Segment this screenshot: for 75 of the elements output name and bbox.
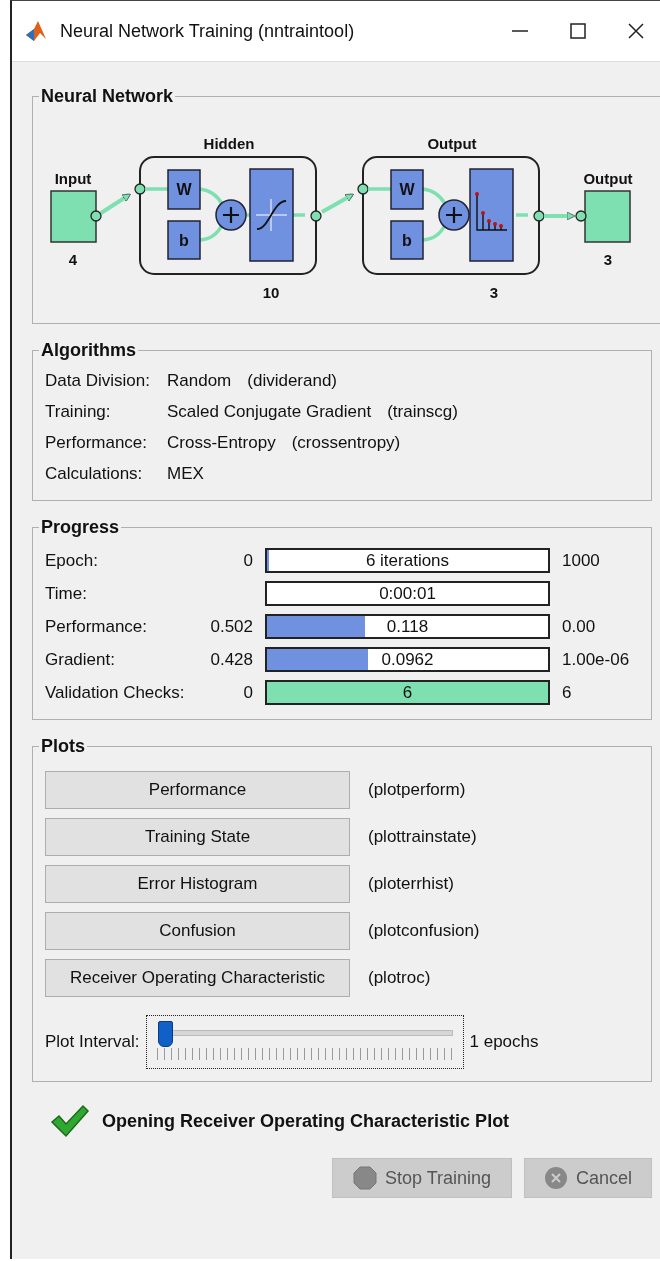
size-label: 3: [489, 284, 499, 301]
plot-button[interactable]: Performance: [45, 771, 350, 809]
close-icon[interactable]: [626, 21, 646, 41]
connector-arrow: [99, 193, 131, 215]
plot-button[interactable]: Receiver Operating Characteristic: [45, 959, 350, 997]
output-block: [584, 190, 631, 243]
field-label: Data Division:: [45, 371, 151, 391]
section-title: Plots: [40, 736, 86, 757]
field-label: Gradient:: [45, 649, 116, 670]
connector-node: [533, 210, 545, 222]
start-value: 0: [243, 682, 253, 702]
field-value: Random: [167, 371, 232, 391]
connector-arrow: [544, 211, 576, 221]
bias-block: b: [390, 220, 424, 260]
start-value: 0: [243, 550, 253, 570]
field-value: MEX: [167, 464, 204, 484]
bias-block: b: [167, 220, 201, 260]
field-value: Scaled Conjugate Gradient: [167, 402, 372, 422]
weight-block: W: [167, 169, 201, 210]
field-label: Time:: [45, 583, 88, 604]
block-label: Output: [583, 170, 633, 187]
section-title: Progress: [40, 517, 121, 538]
start-value: 0.428: [210, 649, 253, 669]
end-value: 0.00: [562, 616, 596, 636]
progress-bar: 6: [265, 680, 550, 705]
start-value: 0.502: [210, 616, 253, 636]
section-title: Neural Network: [40, 86, 175, 107]
progress-bar: 6 iterations: [265, 548, 550, 573]
end-value: 6: [562, 682, 572, 702]
function-name: (crossentropy): [291, 433, 401, 453]
field-label: Validation Checks:: [45, 682, 186, 703]
field-label: Performance:: [45, 616, 149, 637]
progress-bar: 0.0962: [265, 647, 550, 672]
layer-title: Hidden: [203, 135, 255, 152]
field-label: Training:: [45, 402, 112, 422]
connector-node: [310, 210, 322, 222]
sum-node-icon: [438, 199, 470, 231]
interval-slider[interactable]: [145, 1015, 464, 1069]
plot-button[interactable]: Training State: [45, 818, 350, 856]
cancel-icon: [544, 1166, 568, 1190]
plot-button[interactable]: Confusion: [45, 912, 350, 950]
maximize-icon[interactable]: [568, 21, 588, 41]
block-label: Input: [54, 170, 92, 187]
function-name: (ploterrhist): [368, 874, 455, 894]
progress-bar: 0.118: [265, 614, 550, 639]
size-label: 10: [262, 284, 280, 301]
field-label: Performance:: [45, 433, 149, 453]
status-message: Opening Receiver Operating Characteristic Plot: [102, 1110, 510, 1132]
function-name: (plotroc): [368, 968, 432, 988]
plot-button[interactable]: Error Histogram: [45, 865, 350, 903]
app-logo-icon: [24, 19, 48, 43]
field-label: Epoch:: [45, 550, 99, 571]
function-name: (plottrainstate): [368, 827, 478, 847]
end-value: 1.00e-06: [562, 649, 630, 669]
function-name: (plotconfusion): [368, 921, 481, 941]
section-title: Algorithms: [40, 340, 137, 361]
size-label: 3: [603, 251, 613, 268]
function-name: (trainscg): [387, 402, 458, 422]
connector-arrow: [321, 193, 355, 214]
slider-reading: 1 epochs: [469, 1032, 539, 1052]
sum-node-icon: [215, 199, 247, 231]
layer-title: Output: [427, 135, 477, 152]
weight-block: W: [390, 169, 424, 210]
connector-node: [575, 210, 587, 222]
end-value: 1000: [562, 550, 600, 570]
connector-node: [90, 210, 102, 222]
function-name: (plotperform): [368, 780, 467, 800]
size-label: 4: [68, 251, 78, 268]
field-value: Cross-Entropy: [167, 433, 276, 453]
field-label: Calculations:: [45, 464, 144, 484]
stop-icon: [352, 1166, 377, 1190]
function-name: (dividerand): [247, 371, 338, 391]
field-label: Plot Interval:: [45, 1032, 140, 1052]
input-block: [50, 190, 97, 243]
window-title: Neural Network Training (nntraintool): [60, 20, 355, 42]
